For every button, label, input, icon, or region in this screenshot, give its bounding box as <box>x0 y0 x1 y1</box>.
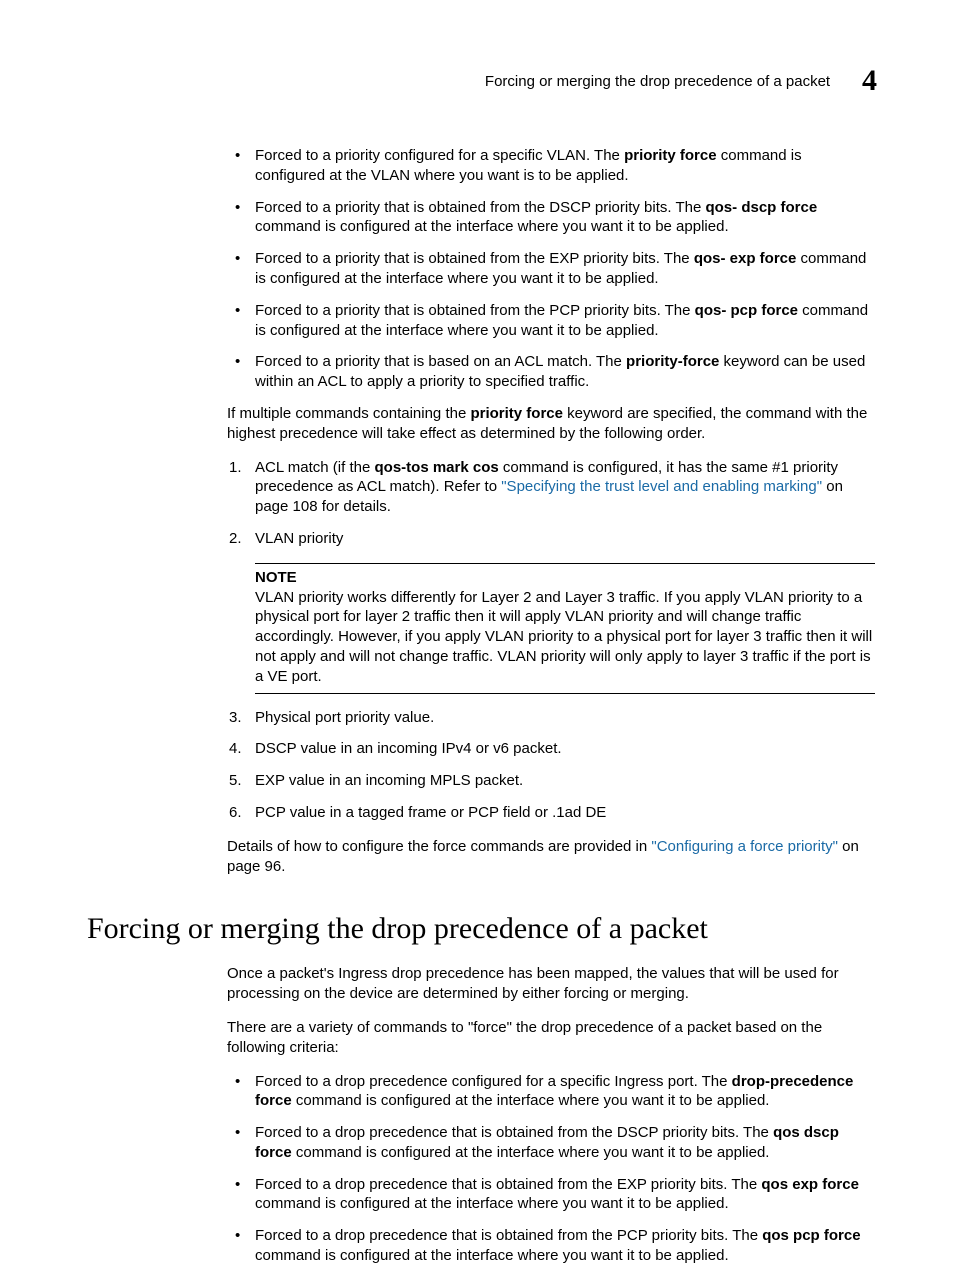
list-item: Forced to a drop precedence that is obta… <box>227 1175 875 1215</box>
header-title: Forcing or merging the drop precedence o… <box>485 73 830 90</box>
paragraph: Once a packet's Ingress drop precedence … <box>227 964 875 1004</box>
note-box: NOTE VLAN priority works differently for… <box>255 563 875 694</box>
text: Details of how to configure the force co… <box>227 838 651 855</box>
text: command is configured at the interface w… <box>292 1144 770 1161</box>
text: Forced to a drop precedence that is obta… <box>255 1124 773 1141</box>
ordered-list-1: ACL match (if the qos-tos mark cos comma… <box>227 458 875 549</box>
text: ACL match (if the <box>255 459 375 476</box>
list-item: Forced to a drop precedence that is obta… <box>227 1226 875 1266</box>
command: priority force <box>624 147 717 164</box>
list-item: Physical port priority value. <box>227 708 875 728</box>
bullet-list-bottom: Forced to a drop precedence configured f… <box>227 1072 875 1266</box>
list-item: ACL match (if the qos-tos mark cos comma… <box>227 458 875 517</box>
body-content: Forced to a priority configured for a sp… <box>227 146 875 876</box>
command: qos- exp force <box>694 250 797 267</box>
text: EXP value in an incoming MPLS packet. <box>255 772 523 789</box>
command: qos pcp force <box>762 1227 860 1244</box>
chapter-number: 4 <box>862 64 877 98</box>
cross-reference-link[interactable]: "Specifying the trust level and enabling… <box>501 478 822 495</box>
list-item: PCP value in a tagged frame or PCP field… <box>227 803 875 823</box>
text: Forced to a priority that is obtained fr… <box>255 302 695 319</box>
text: Forced to a priority that is based on an… <box>255 353 626 370</box>
list-item: Forced to a priority that is obtained fr… <box>227 249 875 289</box>
bullet-list-top: Forced to a priority configured for a sp… <box>227 146 875 392</box>
note-label: NOTE <box>255 568 875 588</box>
command: qos-tos mark cos <box>375 459 499 476</box>
list-item: DSCP value in an incoming IPv4 or v6 pac… <box>227 739 875 759</box>
list-item: Forced to a priority that is obtained fr… <box>227 198 875 238</box>
command: qos- pcp force <box>695 302 798 319</box>
text: Forced to a drop precedence configured f… <box>255 1073 732 1090</box>
paragraph: Details of how to configure the force co… <box>227 837 875 877</box>
text: Forced to a drop precedence that is obta… <box>255 1176 761 1193</box>
text: If multiple commands containing the <box>227 405 470 422</box>
list-item: Forced to a priority that is obtained fr… <box>227 301 875 341</box>
text: VLAN priority <box>255 530 343 547</box>
list-item: EXP value in an incoming MPLS packet. <box>227 771 875 791</box>
command: qos exp force <box>761 1176 859 1193</box>
list-item: Forced to a priority configured for a sp… <box>227 146 875 186</box>
list-item: VLAN priority <box>227 529 875 549</box>
command: priority-force <box>626 353 719 370</box>
text: DSCP value in an incoming IPv4 or v6 pac… <box>255 740 562 757</box>
text: Physical port priority value. <box>255 709 434 726</box>
text: Forced to a priority that is obtained fr… <box>255 199 705 216</box>
text: PCP value in a tagged frame or PCP field… <box>255 804 606 821</box>
body-content: Once a packet's Ingress drop precedence … <box>227 964 875 1266</box>
cross-reference-link[interactable]: "Configuring a force priority" <box>651 838 838 855</box>
text: command is configured at the interface w… <box>292 1092 770 1109</box>
list-item: Forced to a drop precedence configured f… <box>227 1072 875 1112</box>
paragraph: There are a variety of commands to "forc… <box>227 1018 875 1058</box>
text: command is configured at the interface w… <box>255 1247 729 1264</box>
command: priority force <box>470 405 563 422</box>
section-heading: Forcing or merging the drop precedence o… <box>87 912 877 946</box>
text: Forced to a priority that is obtained fr… <box>255 250 694 267</box>
ordered-list-2: Physical port priority value. DSCP value… <box>227 708 875 823</box>
list-item: Forced to a drop precedence that is obta… <box>227 1123 875 1163</box>
running-header: Forcing or merging the drop precedence o… <box>87 64 877 98</box>
paragraph: If multiple commands containing the prio… <box>227 404 875 444</box>
text: command is configured at the interface w… <box>255 1195 729 1212</box>
list-item: Forced to a priority that is based on an… <box>227 352 875 392</box>
text: command is configured at the interface w… <box>255 218 729 235</box>
command: qos- dscp force <box>705 199 817 216</box>
text: Forced to a drop precedence that is obta… <box>255 1227 762 1244</box>
note-text: VLAN priority works differently for Laye… <box>255 588 875 687</box>
text: Forced to a priority configured for a sp… <box>255 147 624 164</box>
